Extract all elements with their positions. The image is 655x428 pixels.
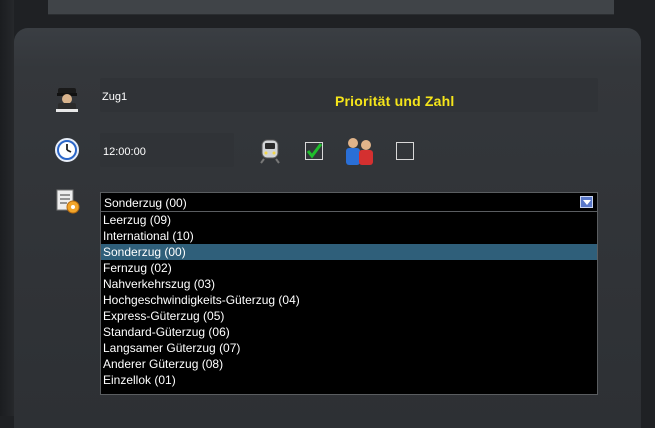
list-item[interactable]: Leerzug (09) (101, 212, 597, 228)
list-item[interactable]: Einzellok (01) (101, 372, 597, 388)
chevron-down-icon[interactable] (580, 196, 593, 208)
list-item[interactable]: Fernzug (02) (101, 260, 597, 276)
list-item[interactable]: Express-Güterzug (05) (101, 308, 597, 324)
list-item[interactable]: Hochgeschwindigkeits-Güterzug (04) (101, 292, 597, 308)
list-settings-icon (54, 188, 80, 214)
train-driver-icon (54, 86, 80, 112)
time-value: 12:00:00 (103, 146, 146, 158)
category-options-list: Leerzug (09) International (10) Sonderzu… (100, 212, 598, 395)
passengers-icon (343, 137, 373, 165)
list-item[interactable]: Langsamer Güterzug (07) (101, 340, 597, 356)
train-checkbox[interactable] (305, 142, 323, 160)
train-front-icon (257, 138, 283, 164)
train-name-value: Zug1 (102, 91, 128, 103)
list-item[interactable]: Nahverkehrszug (03) (101, 276, 597, 292)
list-item-selected[interactable]: Sonderzug (00) (101, 244, 597, 260)
list-item[interactable]: International (10) (101, 228, 597, 244)
passengers-checkbox[interactable] (396, 142, 414, 160)
clock-icon (54, 137, 80, 163)
checkmark-icon (306, 143, 323, 159)
list-item[interactable]: Standard-Güterzug (06) (101, 324, 597, 340)
page-title: Priorität und Zahl (335, 93, 455, 109)
category-select[interactable]: Sonderzug (00) (100, 192, 598, 212)
list-item[interactable]: Anderer Güterzug (08) (101, 356, 597, 372)
left-shadow (0, 0, 14, 416)
category-selected-value: Sonderzug (00) (104, 196, 187, 210)
top-bar (48, 0, 614, 15)
